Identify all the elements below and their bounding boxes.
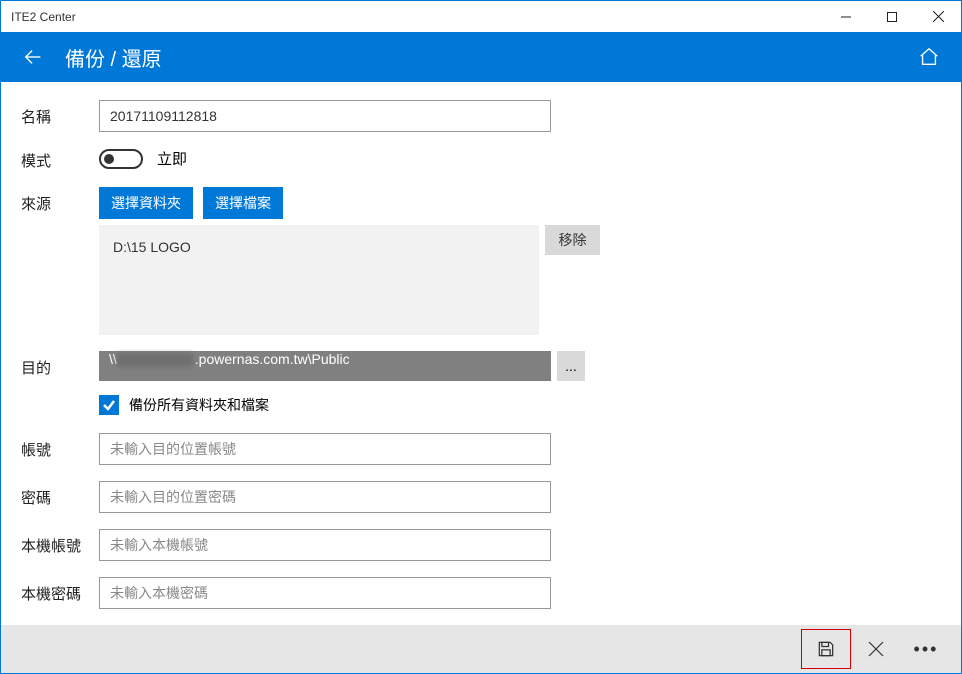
- minimize-button[interactable]: [823, 1, 869, 32]
- destination-suffix: .powernas.com.tw\Public: [195, 351, 350, 367]
- close-button[interactable]: [915, 1, 961, 32]
- footer-bar: •••: [1, 625, 961, 673]
- more-button[interactable]: •••: [901, 629, 951, 669]
- local-account-input[interactable]: [99, 529, 551, 561]
- local-password-input[interactable]: [99, 577, 551, 609]
- app-header: 備份 / 還原: [1, 32, 961, 82]
- back-button[interactable]: [19, 43, 47, 71]
- home-button[interactable]: [915, 43, 943, 71]
- toggle-knob: [104, 154, 114, 164]
- name-input[interactable]: [99, 100, 551, 132]
- title-bar: ITE2 Center: [1, 1, 961, 32]
- destination-redacted: [117, 353, 193, 367]
- save-button[interactable]: [801, 629, 851, 669]
- local-password-label: 本機密碼: [21, 577, 99, 604]
- backup-form: 名稱 模式 立即 來源 選擇資料夾 選擇檔案 D:\15 LOGO 移除: [1, 82, 961, 627]
- backup-all-label: 備份所有資料夾和檔案: [129, 395, 269, 415]
- password-input[interactable]: [99, 481, 551, 513]
- more-icon: •••: [914, 639, 939, 660]
- window-controls: [823, 1, 961, 32]
- window-title: ITE2 Center: [11, 10, 76, 24]
- name-label: 名稱: [21, 100, 99, 127]
- mode-label: 模式: [21, 148, 99, 171]
- destination-input[interactable]: \\ .powernas.com.tw\Public: [99, 351, 551, 381]
- destination-label: 目的: [21, 351, 99, 378]
- destination-prefix: \\: [109, 351, 117, 367]
- password-label: 密碼: [21, 481, 99, 508]
- source-path-item[interactable]: D:\15 LOGO: [113, 239, 191, 255]
- cancel-button[interactable]: [851, 629, 901, 669]
- maximize-button[interactable]: [869, 1, 915, 32]
- mode-toggle[interactable]: [99, 149, 143, 169]
- mode-value: 立即: [157, 148, 187, 169]
- browse-button[interactable]: ...: [557, 351, 585, 381]
- source-label: 來源: [21, 187, 99, 214]
- local-account-label: 本機帳號: [21, 529, 99, 556]
- account-label: 帳號: [21, 433, 99, 460]
- account-input[interactable]: [99, 433, 551, 465]
- page-title: 備份 / 還原: [65, 43, 162, 72]
- remove-button[interactable]: 移除: [545, 225, 600, 255]
- select-folder-button[interactable]: 選擇資料夾: [99, 187, 193, 219]
- source-list[interactable]: D:\15 LOGO: [99, 225, 539, 335]
- backup-all-checkbox[interactable]: [99, 395, 119, 415]
- select-file-button[interactable]: 選擇檔案: [203, 187, 283, 219]
